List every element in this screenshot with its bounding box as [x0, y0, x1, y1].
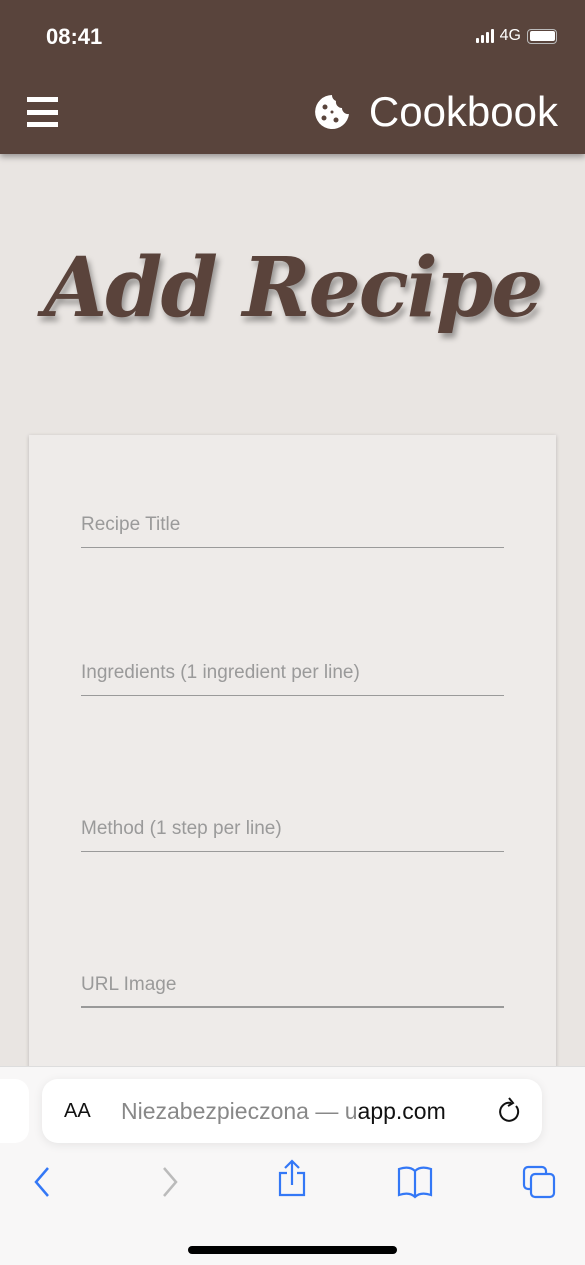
previous-tab[interactable]	[0, 1079, 29, 1143]
home-indicator[interactable]	[188, 1246, 397, 1254]
signal-icon	[475, 29, 494, 43]
text-size-button[interactable]: AA	[64, 1100, 91, 1123]
cookie-icon	[314, 95, 349, 129]
brand-link[interactable]: Cookbook	[313, 88, 558, 136]
method-input[interactable]: Method (1 step per line)	[81, 812, 504, 852]
url-text: Niezabezpieczona — uapp.com	[121, 1098, 446, 1125]
back-icon[interactable]	[32, 1165, 52, 1204]
app-header: 08:41 4G Cookbook	[0, 0, 585, 154]
bookmarks-icon[interactable]	[397, 1165, 433, 1204]
status-icons: 4G	[475, 27, 557, 45]
share-icon[interactable]	[277, 1159, 307, 1204]
hamburger-icon[interactable]	[27, 97, 58, 127]
url-domain: app.com	[357, 1097, 446, 1124]
page-title: Add Recipe	[43, 240, 544, 336]
ingredients-input[interactable]: Ingredients (1 ingredient per line)	[81, 656, 504, 696]
reload-icon[interactable]	[496, 1097, 522, 1125]
recipe-title-input[interactable]: Recipe Title	[81, 508, 504, 548]
browser-toolbar: AA Niezabezpieczona — uapp.com	[0, 1066, 585, 1265]
network-label: 4G	[499, 27, 521, 44]
brand-name: Cookbook	[368, 88, 558, 135]
url-security-label: Niezabezpieczona — u	[121, 1097, 358, 1124]
url-image-input[interactable]: URL Image	[81, 968, 504, 1008]
status-time: 08:41	[46, 24, 103, 49]
recipe-form: Recipe Title Ingredients (1 ingredient p…	[29, 435, 556, 1135]
address-bar[interactable]: AA Niezabezpieczona — uapp.com	[42, 1079, 542, 1143]
forward-icon[interactable]	[160, 1165, 180, 1204]
battery-icon	[527, 28, 557, 44]
tabs-icon[interactable]	[522, 1165, 556, 1204]
